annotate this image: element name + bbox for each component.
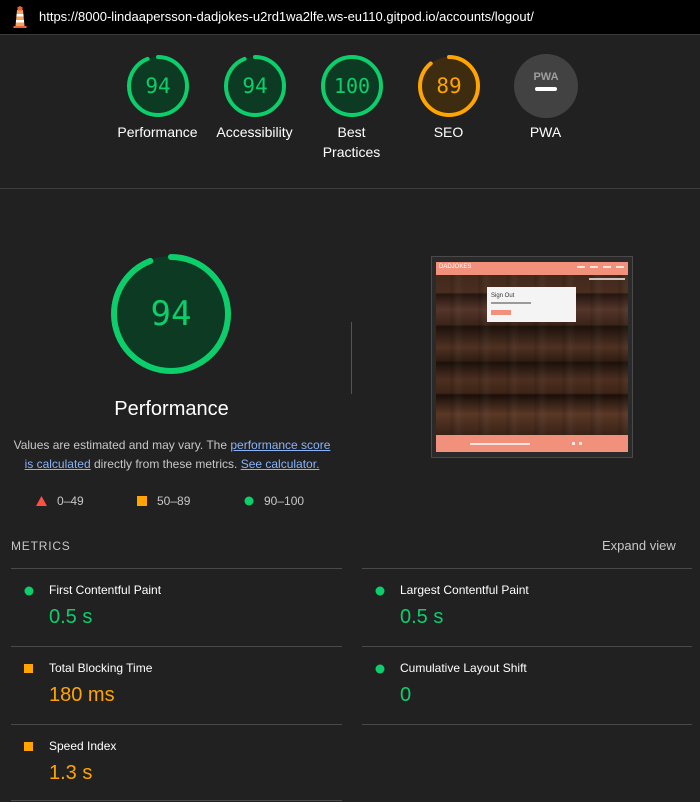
gauge-pwa[interactable]: PWA PWA <box>497 54 594 142</box>
screenshot-page: DADJOKES Sign Out <box>436 262 628 452</box>
gauge-best-practices[interactable]: 100 Best Practices <box>303 54 400 162</box>
gauge-accessibility-label: Accessibility <box>216 124 293 140</box>
gauge-best-practices-value: 100 <box>333 74 369 98</box>
gauge-accessibility[interactable]: 94 Accessibility <box>206 54 303 142</box>
metric-title: Largest Contentful Paint <box>400 583 529 597</box>
vertical-divider <box>351 322 352 394</box>
metric-value: 180 ms <box>49 684 115 706</box>
gauge-best-practices-label: Best Practices <box>322 124 381 160</box>
screenshot-card-text <box>491 302 531 304</box>
gauge-performance-value: 94 <box>145 74 170 98</box>
square-average-icon <box>137 496 147 506</box>
page-url[interactable]: https://8000-lindaapersson-dadjokes-u2rd… <box>39 9 534 24</box>
screenshot-navlinks <box>577 266 624 268</box>
expand-view-toggle[interactable]: Expand view <box>602 538 676 553</box>
perf-desc-middle: directly from these metrics. <box>90 457 241 471</box>
screenshot-subline <box>589 278 625 280</box>
gauge-seo-value: 89 <box>436 74 461 98</box>
circle-pass-icon <box>244 496 254 506</box>
gauge-accessibility-value: 94 <box>242 74 267 98</box>
metrics-header: METRICS <box>11 539 71 553</box>
metric-speed-index: Speed Index 1.3 s <box>11 725 331 799</box>
metric-title: Total Blocking Time <box>49 661 153 675</box>
screenshot-card-button <box>491 310 511 315</box>
category-gauges: 94 Performance 94 Accessibility 100 Best… <box>0 34 700 188</box>
performance-title: Performance <box>114 398 229 420</box>
metric-cumulative-layout-shift: Cumulative Layout Shift 0 <box>362 647 682 721</box>
legend-pass: 90–100 <box>244 494 304 508</box>
lighthouse-logo-icon <box>13 6 27 28</box>
metric-value: 0.5 s <box>400 606 444 628</box>
average-square-icon <box>24 664 33 673</box>
screenshot-card-title: Sign Out <box>491 293 515 299</box>
screenshot-signout-card: Sign Out <box>487 287 576 322</box>
performance-score-gauge: 94 <box>111 254 231 374</box>
gauge-performance[interactable]: 94 Performance <box>109 54 206 142</box>
average-square-icon <box>24 742 33 751</box>
performance-description: Values are estimated and may vary. The p… <box>8 436 336 474</box>
pass-circle-icon <box>375 664 385 674</box>
metric-value: 1.3 s <box>49 762 93 784</box>
legend-fail-range: 0–49 <box>57 494 84 508</box>
performance-score-value: 94 <box>151 294 192 334</box>
screenshot-brand: DADJOKES <box>439 264 472 270</box>
legend-average: 50–89 <box>137 494 190 508</box>
gauge-pwa-label: PWA <box>529 124 562 140</box>
metric-first-contentful-paint: First Contentful Paint 0.5 s <box>11 569 331 643</box>
gauge-seo-label: SEO <box>433 124 464 140</box>
gauge-accessibility-ring: 94 <box>223 55 286 117</box>
pwa-badge-text: PWA <box>533 71 558 83</box>
metric-divider <box>11 800 342 801</box>
url-bar: https://8000-lindaapersson-dadjokes-u2rd… <box>0 0 700 35</box>
screenshot-navbar: DADJOKES <box>436 262 628 275</box>
perf-desc-prefix: Values are estimated and may vary. The <box>13 438 231 452</box>
metric-divider <box>362 724 692 725</box>
see-calculator-link[interactable]: See calculator. <box>241 457 320 471</box>
legend-pass-range: 90–100 <box>264 494 305 508</box>
gauge-seo[interactable]: 89 SEO <box>400 54 497 142</box>
metric-total-blocking-time: Total Blocking Time 180 ms <box>11 647 331 721</box>
gauge-performance-ring: 94 <box>126 55 189 117</box>
pass-circle-icon <box>24 586 34 596</box>
gauge-performance-label: Performance <box>117 124 198 140</box>
pass-circle-icon <box>375 586 385 596</box>
metric-largest-contentful-paint: Largest Contentful Paint 0.5 s <box>362 569 682 643</box>
final-screenshot-thumbnail[interactable]: DADJOKES Sign Out <box>431 256 633 458</box>
triangle-fail-icon <box>36 496 47 506</box>
legend-fail: 0–49 <box>36 494 84 508</box>
gauge-seo-ring: 89 <box>417 55 480 117</box>
metric-title: Speed Index <box>49 739 117 753</box>
metric-title: First Contentful Paint <box>49 583 162 597</box>
pwa-badge-icon: PWA <box>513 54 578 118</box>
screenshot-footer-icons <box>572 442 582 445</box>
screenshot-footer <box>436 435 628 452</box>
gauge-best-practices-ring: 100 <box>320 55 383 117</box>
section-divider <box>0 188 700 189</box>
screenshot-footer-text <box>470 443 530 445</box>
metric-value: 0 <box>400 684 412 706</box>
metric-title: Cumulative Layout Shift <box>400 661 527 675</box>
metric-value: 0.5 s <box>49 606 93 628</box>
legend-average-range: 50–89 <box>157 494 191 508</box>
